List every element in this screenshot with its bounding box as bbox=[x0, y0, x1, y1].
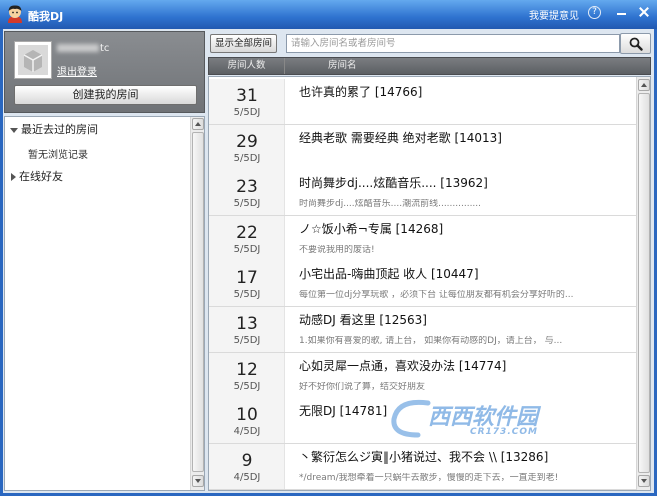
room-description: 1.如果你有喜爱的歌, 请上台， 如果你有动感的DJ，请上台， 与... bbox=[299, 336, 563, 346]
search-icon bbox=[629, 37, 643, 51]
room-dj-slots: 5/5DJ bbox=[233, 380, 261, 392]
tree-item-recent-rooms[interactable]: 最近去过的房间 bbox=[10, 122, 98, 138]
room-count-cell: 9 4/5DJ bbox=[209, 443, 285, 489]
app-window: 酷我DJ 我要提意见 ? tc 退出登录 创建我的房间 最近去过的房间 暂无浏览… bbox=[0, 0, 657, 496]
room-title: 丶繁衍怎么ジ寅‖小猪说过、我不会 \\ [13286] bbox=[299, 449, 549, 464]
user-panel: tc 退出登录 创建我的房间 bbox=[4, 31, 205, 113]
room-user-count: 31 bbox=[236, 86, 258, 106]
room-user-count: 22 bbox=[236, 222, 258, 243]
room-user-count: 29 bbox=[236, 131, 258, 152]
room-count-cell: 31 5/5DJ bbox=[209, 79, 285, 124]
room-description: 好不好你们说了算，结交好朋友 bbox=[299, 381, 426, 392]
room-dj-slots: 5/5DJ bbox=[233, 289, 261, 301]
room-count-cell: 29 5/5DJ bbox=[209, 124, 285, 170]
room-row[interactable]: 12 5/5DJ 心如灵犀一点通，喜欢没办法 [14774] 好不好你们说了算，结交好… bbox=[209, 352, 636, 399]
search-button[interactable] bbox=[620, 33, 651, 54]
room-dj-slots: 4/5DJ bbox=[233, 471, 261, 483]
room-user-count: 10 bbox=[236, 405, 258, 426]
room-user-count: 17 bbox=[236, 268, 258, 289]
room-count-cell: 12 5/5DJ bbox=[209, 352, 285, 398]
room-dj-slots: 5/5DJ bbox=[233, 335, 261, 346]
room-count-cell: 10 4/5DJ bbox=[209, 398, 285, 444]
room-count-cell: 22 5/5DJ bbox=[209, 215, 285, 261]
tree-item-label: 最近去过的房间 bbox=[21, 123, 98, 136]
show-all-rooms-button[interactable]: 显示全部房间 bbox=[210, 34, 277, 53]
room-count-cell: 13 5/5DJ bbox=[209, 307, 285, 352]
room-description: 不要说我用的废话! bbox=[299, 244, 375, 255]
column-header-name[interactable]: 房间名 bbox=[328, 58, 357, 74]
default-avatar-icon[interactable] bbox=[14, 41, 52, 79]
room-dj-slots: 4/5DJ bbox=[233, 426, 261, 438]
room-title: ノ☆饭小希¬专属 [14268] bbox=[299, 221, 444, 236]
room-count-cell: 17 5/5DJ bbox=[209, 261, 285, 307]
recent-rooms-empty: 暂无浏览记录 bbox=[28, 150, 88, 161]
chevron-right-icon[interactable] bbox=[11, 173, 16, 181]
room-count-cell: 23 5/5DJ bbox=[209, 170, 285, 216]
column-header-count[interactable]: 房间人数 bbox=[209, 58, 285, 74]
room-row[interactable]: 9 4/5DJ 丶繁衍怎么ジ寅‖小猪说过、我不会 \\ [13286] */dream… bbox=[209, 443, 636, 490]
scrollbar-thumb[interactable] bbox=[192, 132, 204, 472]
room-description: */dream/我想牵着一只蜗牛去散步，慢慢的走下去，一直走到老! bbox=[299, 472, 559, 483]
room-title: 小宅出品-嗨曲顶起 收人 [10447] bbox=[299, 267, 479, 282]
room-list: 31 5/5DJ 也许真的累了 [14766] 29 5/5DJ 经典老歌 需要经典 绝对… bbox=[208, 76, 651, 491]
scroll-down-icon[interactable] bbox=[192, 475, 204, 487]
room-dj-slots: 5/5DJ bbox=[233, 243, 261, 255]
help-icon[interactable]: ? bbox=[588, 6, 601, 19]
scroll-up-icon[interactable] bbox=[192, 118, 204, 130]
room-rows: 31 5/5DJ 也许真的累了 [14766] 29 5/5DJ 经典老歌 需要经典 绝对… bbox=[209, 79, 636, 490]
scroll-down-icon[interactable] bbox=[638, 475, 650, 487]
room-row[interactable]: 22 5/5DJ ノ☆饭小希¬专属 [14268] 不要说我用的废话! bbox=[209, 215, 636, 262]
room-row[interactable]: 31 5/5DJ 也许真的累了 [14766] bbox=[209, 79, 636, 125]
tree-scrollbar[interactable] bbox=[190, 117, 204, 490]
room-list-header: 房间人数 房间名 bbox=[208, 57, 651, 75]
username-text: tc bbox=[100, 43, 110, 54]
create-room-button[interactable]: 创建我的房间 bbox=[14, 85, 197, 105]
room-dj-slots: 5/5DJ bbox=[233, 198, 261, 210]
chevron-down-icon[interactable] bbox=[10, 127, 18, 133]
room-title: 心如灵犀一点通，喜欢没办法 [14774] bbox=[299, 358, 507, 373]
room-title: 经典老歌 需要经典 绝对老歌 [14013] bbox=[299, 130, 502, 145]
room-title: 无限DJ [14781] bbox=[299, 404, 388, 419]
room-toolbar: 显示全部房间 bbox=[208, 31, 651, 56]
app-logo-icon bbox=[5, 4, 25, 25]
username: tc bbox=[57, 43, 109, 55]
left-panel: tc 退出登录 创建我的房间 最近去过的房间 暂无浏览记录 在线好友 bbox=[4, 31, 205, 491]
logout-link[interactable]: 退出登录 bbox=[57, 63, 97, 78]
tree-item-label: 在线好友 bbox=[19, 170, 63, 183]
room-title: 时尚舞步dj....炫酷音乐.... [13962] bbox=[299, 176, 488, 191]
scrollbar-thumb[interactable] bbox=[638, 93, 650, 473]
main-area: tc 退出登录 创建我的房间 最近去过的房间 暂无浏览记录 在线好友 显示全部房… bbox=[3, 29, 654, 493]
room-row[interactable]: 23 5/5DJ 时尚舞步dj....炫酷音乐.... [13962] 时尚舞步dj.… bbox=[209, 170, 636, 217]
username-blurred bbox=[57, 44, 99, 52]
right-panel: 显示全部房间 房间人数 房间名 315/5DJ也许真的累了 [14766]295… bbox=[208, 31, 651, 491]
window-title: 酷我DJ bbox=[28, 10, 64, 23]
room-user-count: 12 bbox=[236, 359, 258, 380]
room-search-input[interactable] bbox=[286, 34, 620, 53]
room-title: 动感DJ 看这里 [12563] bbox=[299, 313, 427, 327]
room-row[interactable]: 10 4/5DJ 无限DJ [14781] bbox=[209, 398, 636, 445]
room-row[interactable]: 13 5/5DJ 动感DJ 看这里 [12563] 1.如果你有喜爱的歌, 请上台， … bbox=[209, 307, 636, 353]
room-user-count: 13 bbox=[236, 314, 258, 334]
room-user-count: 9 bbox=[241, 450, 253, 471]
room-row[interactable]: 17 5/5DJ 小宅出品-嗨曲顶起 收人 [10447] 每位第一位dj分享玩歌 ，… bbox=[209, 261, 636, 308]
close-icon[interactable] bbox=[634, 4, 654, 20]
title-bar[interactable]: 酷我DJ 我要提意见 ? bbox=[0, 0, 657, 29]
room-description: 时尚舞步dj....炫酷音乐....潮流前线............... bbox=[299, 199, 482, 210]
room-dj-slots: 5/5DJ bbox=[233, 107, 261, 118]
room-dj-slots: 5/5DJ bbox=[233, 152, 261, 164]
room-title: 也许真的累了 [14766] bbox=[299, 85, 423, 99]
tree-item-online-friends[interactable]: 在线好友 bbox=[10, 169, 63, 185]
room-row[interactable]: 29 5/5DJ 经典老歌 需要经典 绝对老歌 [14013] bbox=[209, 124, 636, 171]
minimize-icon[interactable] bbox=[611, 4, 631, 20]
room-user-count: 23 bbox=[236, 177, 258, 198]
room-description: 每位第一位dj分享玩歌 ，必须下台 让每位朋友都有机会分享好听的... bbox=[299, 290, 574, 301]
room-list-scrollbar[interactable] bbox=[636, 77, 650, 490]
scroll-up-icon[interactable] bbox=[638, 79, 650, 91]
feedback-link[interactable]: 我要提意见 bbox=[529, 7, 579, 22]
room-tree: 最近去过的房间 暂无浏览记录 在线好友 bbox=[4, 116, 205, 491]
